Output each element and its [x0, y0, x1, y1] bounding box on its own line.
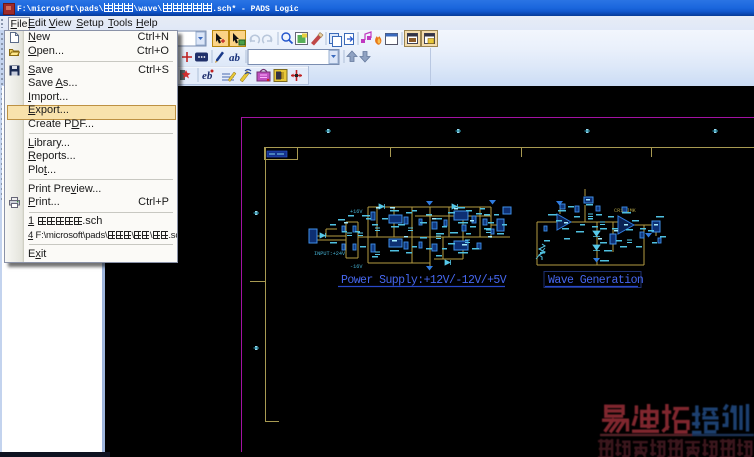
- svg-text:ab: ab: [229, 52, 241, 64]
- svg-text:Power Supply:+12V/-12V/+5V: Power Supply:+12V/-12V/+5V: [341, 274, 507, 287]
- svg-text:Wave Generation: Wave Generation: [548, 274, 643, 287]
- svg-text:CR1 JMK: CR1 JMK: [614, 208, 637, 214]
- svg-text:+16V: +16V: [350, 209, 363, 215]
- svg-text:-16V: -16V: [350, 264, 363, 270]
- svg-text:INPUT:+24V: INPUT:+24V: [314, 251, 346, 257]
